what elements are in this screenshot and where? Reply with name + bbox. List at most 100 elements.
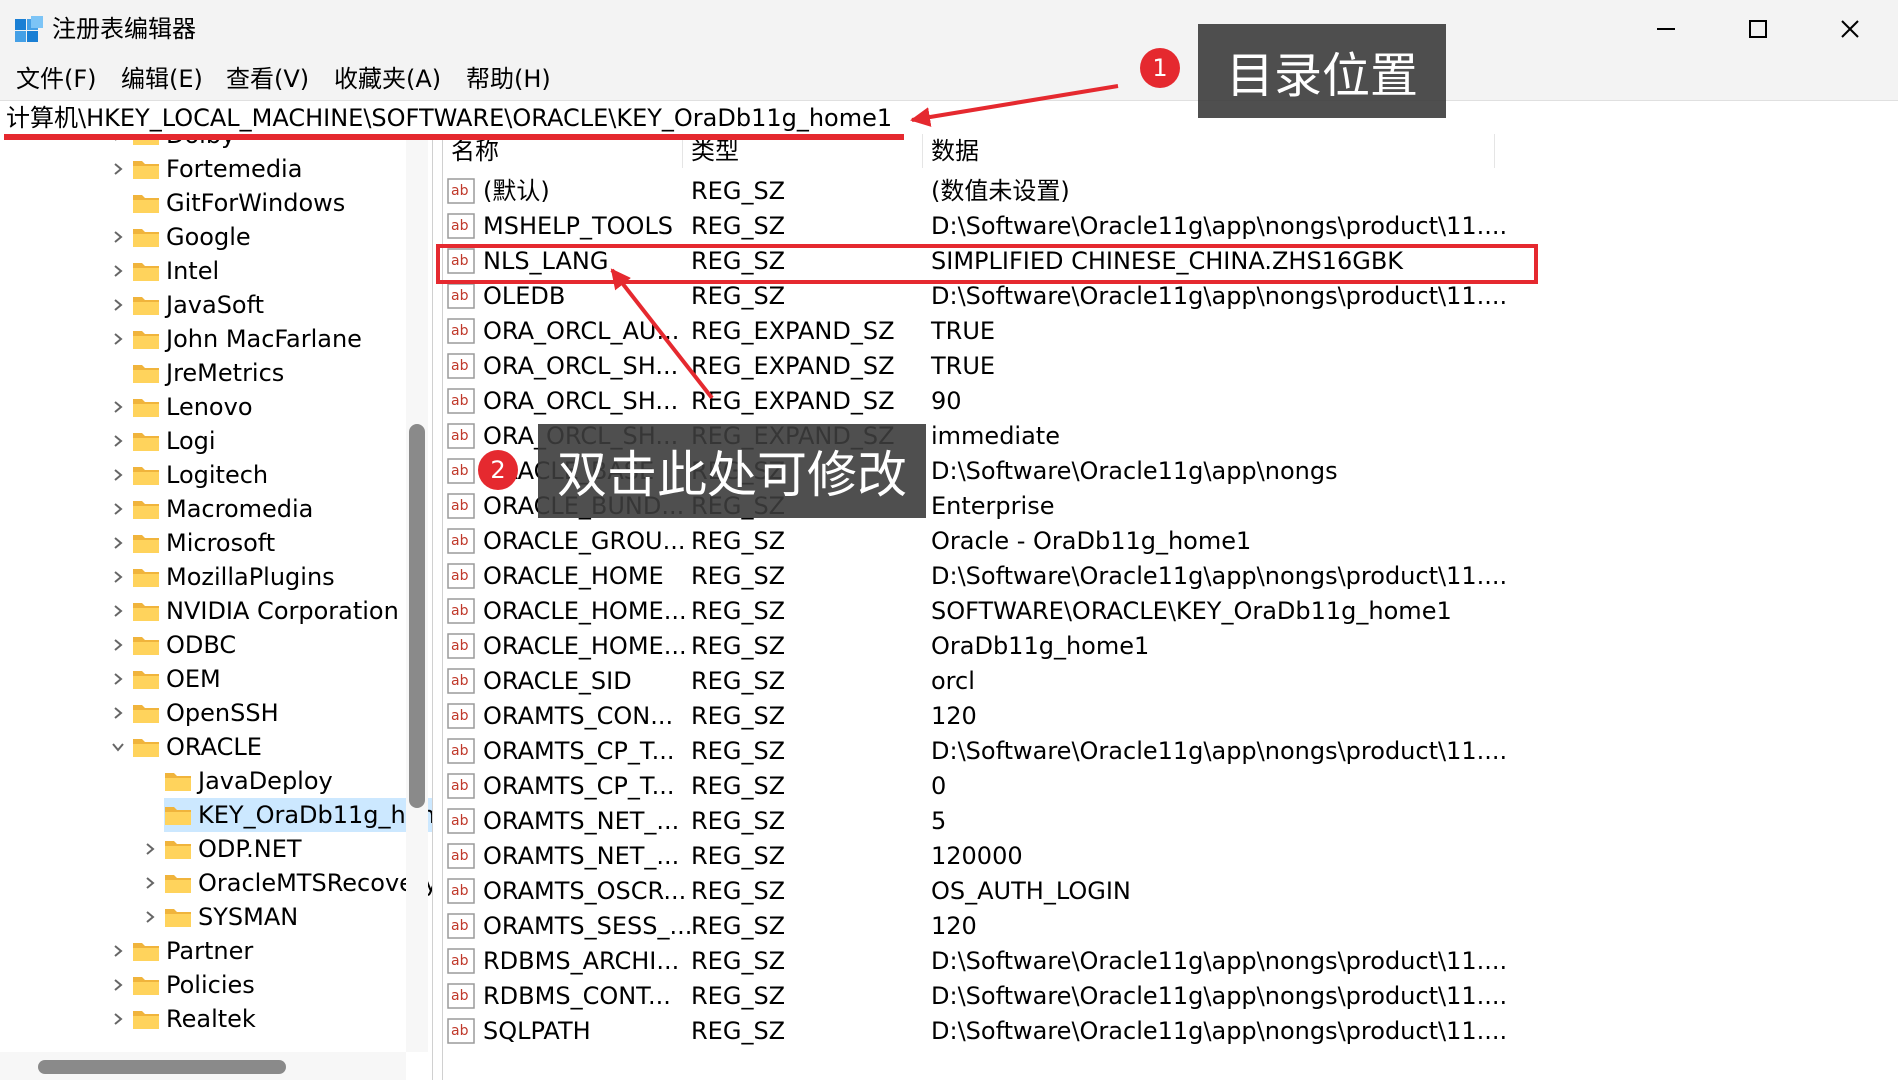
value-row[interactable]: ab ORACLE_GROU... REG_SZ Oracle - OraDb11g_… — [443, 524, 1898, 559]
svg-text:ab: ab — [451, 673, 469, 689]
value-row[interactable]: ab ORAMTS_OSCR... REG_SZ OS_AUTH_LOGIN — [443, 874, 1898, 909]
tree-item[interactable]: OpenSSH — [104, 696, 279, 730]
chevron-right-icon[interactable] — [104, 526, 132, 560]
tree-vertical-scroll-thumb[interactable] — [409, 424, 425, 808]
chevron-right-icon[interactable] — [104, 662, 132, 696]
address-bar[interactable]: 计算机\HKEY_LOCAL_MACHINE\SOFTWARE\ORACLE\K… — [0, 100, 1898, 136]
value-row[interactable]: ab ORA_ORCL_SH... REG_EXPAND_SZ 90 — [443, 384, 1898, 419]
chevron-right-icon[interactable] — [104, 696, 132, 730]
tree-item[interactable]: Google — [104, 220, 251, 254]
chevron-right-icon[interactable] — [104, 254, 132, 288]
svg-text:ab: ab — [451, 533, 469, 549]
chevron-right-icon[interactable] — [104, 560, 132, 594]
tree-item[interactable]: Microsoft — [104, 526, 275, 560]
chevron-right-icon[interactable] — [104, 968, 132, 1002]
tree-item[interactable]: OracleMTSRecoveryService — [136, 866, 432, 900]
chevron-right-icon[interactable] — [104, 152, 132, 186]
value-row[interactable]: ab (默认) REG_SZ (数值未设置) — [443, 174, 1898, 209]
chevron-right-icon[interactable] — [104, 322, 132, 356]
value-row[interactable]: ab ORACLE_HOME REG_SZ D:\Software\Oracle11g… — [443, 559, 1898, 594]
chevron-right-icon[interactable] — [136, 832, 164, 866]
tree-item[interactable]: OEM — [104, 662, 221, 696]
svg-text:ab: ab — [451, 183, 469, 199]
tree-item[interactable]: SYSMAN — [136, 900, 298, 934]
minimize-button[interactable] — [1620, 0, 1712, 58]
value-row[interactable]: ab ORAMTS_CP_T... REG_SZ D:\Software\Oracle… — [443, 734, 1898, 769]
chevron-right-icon[interactable] — [104, 458, 132, 492]
value-row[interactable]: ab MSHELP_TOOLS REG_SZ D:\Software\Oracle11… — [443, 209, 1898, 244]
tree-item[interactable]: Realtek — [104, 1002, 256, 1036]
ab-icon: ab — [447, 1018, 475, 1044]
value-row[interactable]: ab OLEDB REG_SZ D:\Software\Oracle11g\app\n… — [443, 279, 1898, 314]
value-row[interactable]: ab ORA_ORCL_SH... REG_EXPAND_SZ TRUE — [443, 349, 1898, 384]
value-data: TRUE — [931, 317, 996, 345]
value-row[interactable]: ab ORACLE_HOME... REG_SZ OraDb11g_home1 — [443, 629, 1898, 664]
tree-item[interactable]: Logi — [104, 424, 216, 458]
tree-item[interactable]: NVIDIA Corporation — [104, 594, 399, 628]
value-row[interactable]: ab ORAMTS_CP_T... REG_SZ 0 — [443, 769, 1898, 804]
chevron-right-icon[interactable] — [136, 866, 164, 900]
tree-item[interactable]: Logitech — [104, 458, 268, 492]
value-row[interactable]: ab ORACLE_SID REG_SZ orcl — [443, 664, 1898, 699]
tree-item-label: Google — [166, 223, 251, 251]
chevron-right-icon[interactable] — [104, 628, 132, 662]
tree-item-label: Policies — [166, 971, 255, 999]
value-row[interactable]: ab SQLPATH REG_SZ D:\Software\Oracle11g\app… — [443, 1014, 1898, 1049]
menu-file[interactable]: 文件(F) — [16, 62, 97, 96]
value-row[interactable]: ab ORAMTS_NET_... REG_SZ 120000 — [443, 839, 1898, 874]
value-row[interactable]: ab ORAMTS_CON... REG_SZ 120 — [443, 699, 1898, 734]
value-type: REG_SZ — [691, 772, 786, 800]
value-data: Oracle - OraDb11g_home1 — [931, 527, 1252, 555]
tree-item[interactable]: MozillaPlugins — [104, 560, 335, 594]
tree-item[interactable]: Policies — [104, 968, 255, 1002]
value-name: ORAMTS_NET_... — [483, 842, 680, 870]
menu-help[interactable]: 帮助(H) — [466, 62, 551, 96]
chevron-right-icon[interactable] — [104, 594, 132, 628]
chevron-right-icon[interactable] — [104, 424, 132, 458]
tree-item-label: John MacFarlane — [166, 325, 362, 353]
tree-vertical-scrollbar[interactable] — [406, 134, 428, 1052]
tree-item[interactable]: GitForWindows — [104, 186, 345, 220]
tree-item[interactable]: KEY_OraDb11g_home1 — [164, 798, 432, 832]
chevron-right-icon[interactable] — [104, 934, 132, 968]
menu-favorites[interactable]: 收藏夹(A) — [334, 62, 441, 96]
tree-item[interactable]: John MacFarlane — [104, 322, 362, 356]
chevron-right-icon[interactable] — [104, 288, 132, 322]
tree-horizontal-scroll-thumb[interactable] — [38, 1060, 286, 1074]
tree-guide — [104, 356, 132, 390]
value-row[interactable]: ab ORAMTS_NET_... REG_SZ 5 — [443, 804, 1898, 839]
tree-item[interactable]: JavaSoft — [104, 288, 264, 322]
value-row[interactable]: ab ORACLE_HOME... REG_SZ SOFTWARE\ORACLE\KE… — [443, 594, 1898, 629]
tree-item[interactable]: ODP.NET — [136, 832, 302, 866]
chevron-right-icon[interactable] — [104, 390, 132, 424]
value-name: ORA_ORCL_AU... — [483, 317, 680, 345]
menu-edit[interactable]: 编辑(E) — [121, 62, 203, 96]
chevron-right-icon[interactable] — [104, 220, 132, 254]
tree-item-label: Partner — [166, 937, 254, 965]
chevron-down-icon[interactable] — [104, 730, 132, 764]
folder-icon — [133, 365, 159, 383]
maximize-button[interactable] — [1712, 0, 1804, 58]
value-row[interactable]: ab ORAMTS_SESS_... REG_SZ 120 — [443, 909, 1898, 944]
tree-item[interactable]: Macromedia — [104, 492, 313, 526]
tree-item[interactable]: ORACLE — [104, 730, 262, 764]
tree-item[interactable]: JavaDeploy — [136, 764, 333, 798]
chevron-right-icon[interactable] — [104, 1002, 132, 1036]
value-row[interactable]: ab RDBMS_CONT... REG_SZ D:\Software\Oracle1… — [443, 979, 1898, 1014]
chevron-right-icon[interactable] — [104, 492, 132, 526]
column-header-data[interactable]: 数据 — [923, 134, 1495, 168]
tree-horizontal-scrollbar[interactable] — [0, 1052, 406, 1080]
close-button[interactable] — [1804, 0, 1896, 58]
tree-item[interactable]: Partner — [104, 934, 253, 968]
tree-item[interactable]: ODBC — [104, 628, 236, 662]
tree-item[interactable]: Intel — [104, 254, 219, 288]
value-row[interactable]: ab RDBMS_ARCHI... REG_SZ D:\Software\Oracle… — [443, 944, 1898, 979]
menu-view[interactable]: 查看(V) — [226, 62, 309, 96]
tree-item[interactable]: JreMetrics — [104, 356, 284, 390]
value-row[interactable]: ab ORA_ORCL_AU... REG_EXPAND_SZ TRUE — [443, 314, 1898, 349]
chevron-right-icon[interactable] — [136, 900, 164, 934]
tree-item[interactable]: Lenovo — [104, 390, 253, 424]
address-path[interactable]: 计算机\HKEY_LOCAL_MACHINE\SOFTWARE\ORACLE\K… — [6, 101, 892, 135]
value-name: ORACLE_SID — [483, 667, 632, 695]
tree-item[interactable]: Fortemedia — [104, 152, 302, 186]
